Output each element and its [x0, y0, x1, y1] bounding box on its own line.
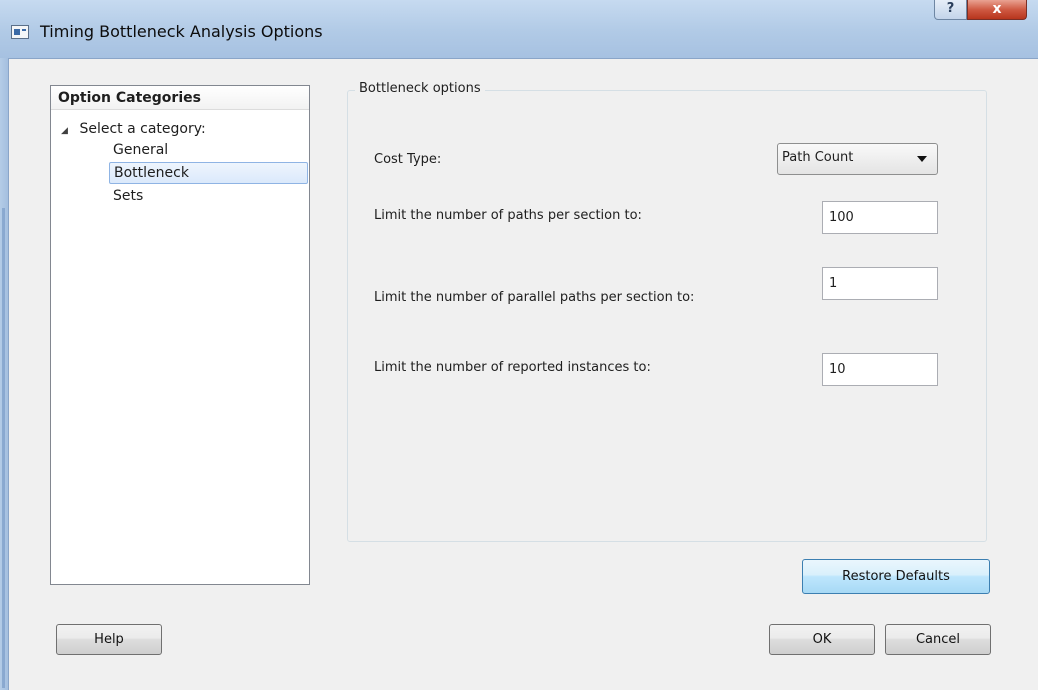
chevron-down-icon [917, 156, 927, 162]
tree-root-item[interactable]: ◢ Select a category: [61, 120, 206, 140]
cost-type-dropdown[interactable]: Path Count [777, 143, 938, 175]
paths-per-section-input[interactable]: 100 [822, 201, 938, 234]
tree-root-label: Select a category: [79, 121, 206, 137]
dialog-body: Option Categories ◢ Select a category: G… [8, 58, 1038, 690]
option-categories-header: Option Categories [51, 86, 309, 110]
paths-per-section-label: Limit the number of paths per section to… [374, 208, 642, 223]
cost-type-label: Cost Type: [374, 152, 442, 167]
cost-type-value: Path Count [782, 150, 854, 165]
tree-expanded-arrow-icon[interactable]: ◢ [61, 122, 75, 140]
reported-instances-input[interactable]: 10 [822, 353, 938, 386]
title-bar[interactable]: Timing Bottleneck Analysis Options ? x [0, 0, 1038, 58]
help-button[interactable]: Help [56, 624, 162, 655]
help-icon: ? [946, 1, 955, 16]
reported-instances-label: Limit the number of reported instances t… [374, 360, 651, 375]
parallel-paths-label: Limit the number of parallel paths per s… [374, 290, 695, 305]
close-icon: x [992, 1, 1002, 17]
cancel-button[interactable]: Cancel [885, 624, 991, 655]
app-window-icon [11, 25, 29, 39]
parallel-paths-input[interactable]: 1 [822, 267, 938, 300]
group-title: Bottleneck options [355, 81, 485, 96]
category-general[interactable]: General [109, 140, 172, 162]
ok-button[interactable]: OK [769, 624, 875, 655]
dialog-window: Timing Bottleneck Analysis Options ? x O… [0, 0, 1038, 690]
window-border [0, 58, 8, 690]
category-sets[interactable]: Sets [109, 186, 147, 208]
close-button[interactable]: x [967, 0, 1027, 20]
restore-defaults-button[interactable]: Restore Defaults [802, 559, 990, 594]
option-categories-panel: Option Categories ◢ Select a category: G… [50, 85, 310, 585]
window-title: Timing Bottleneck Analysis Options [40, 22, 323, 41]
category-bottleneck[interactable]: Bottleneck [109, 162, 308, 184]
help-caption-button[interactable]: ? [934, 0, 967, 20]
